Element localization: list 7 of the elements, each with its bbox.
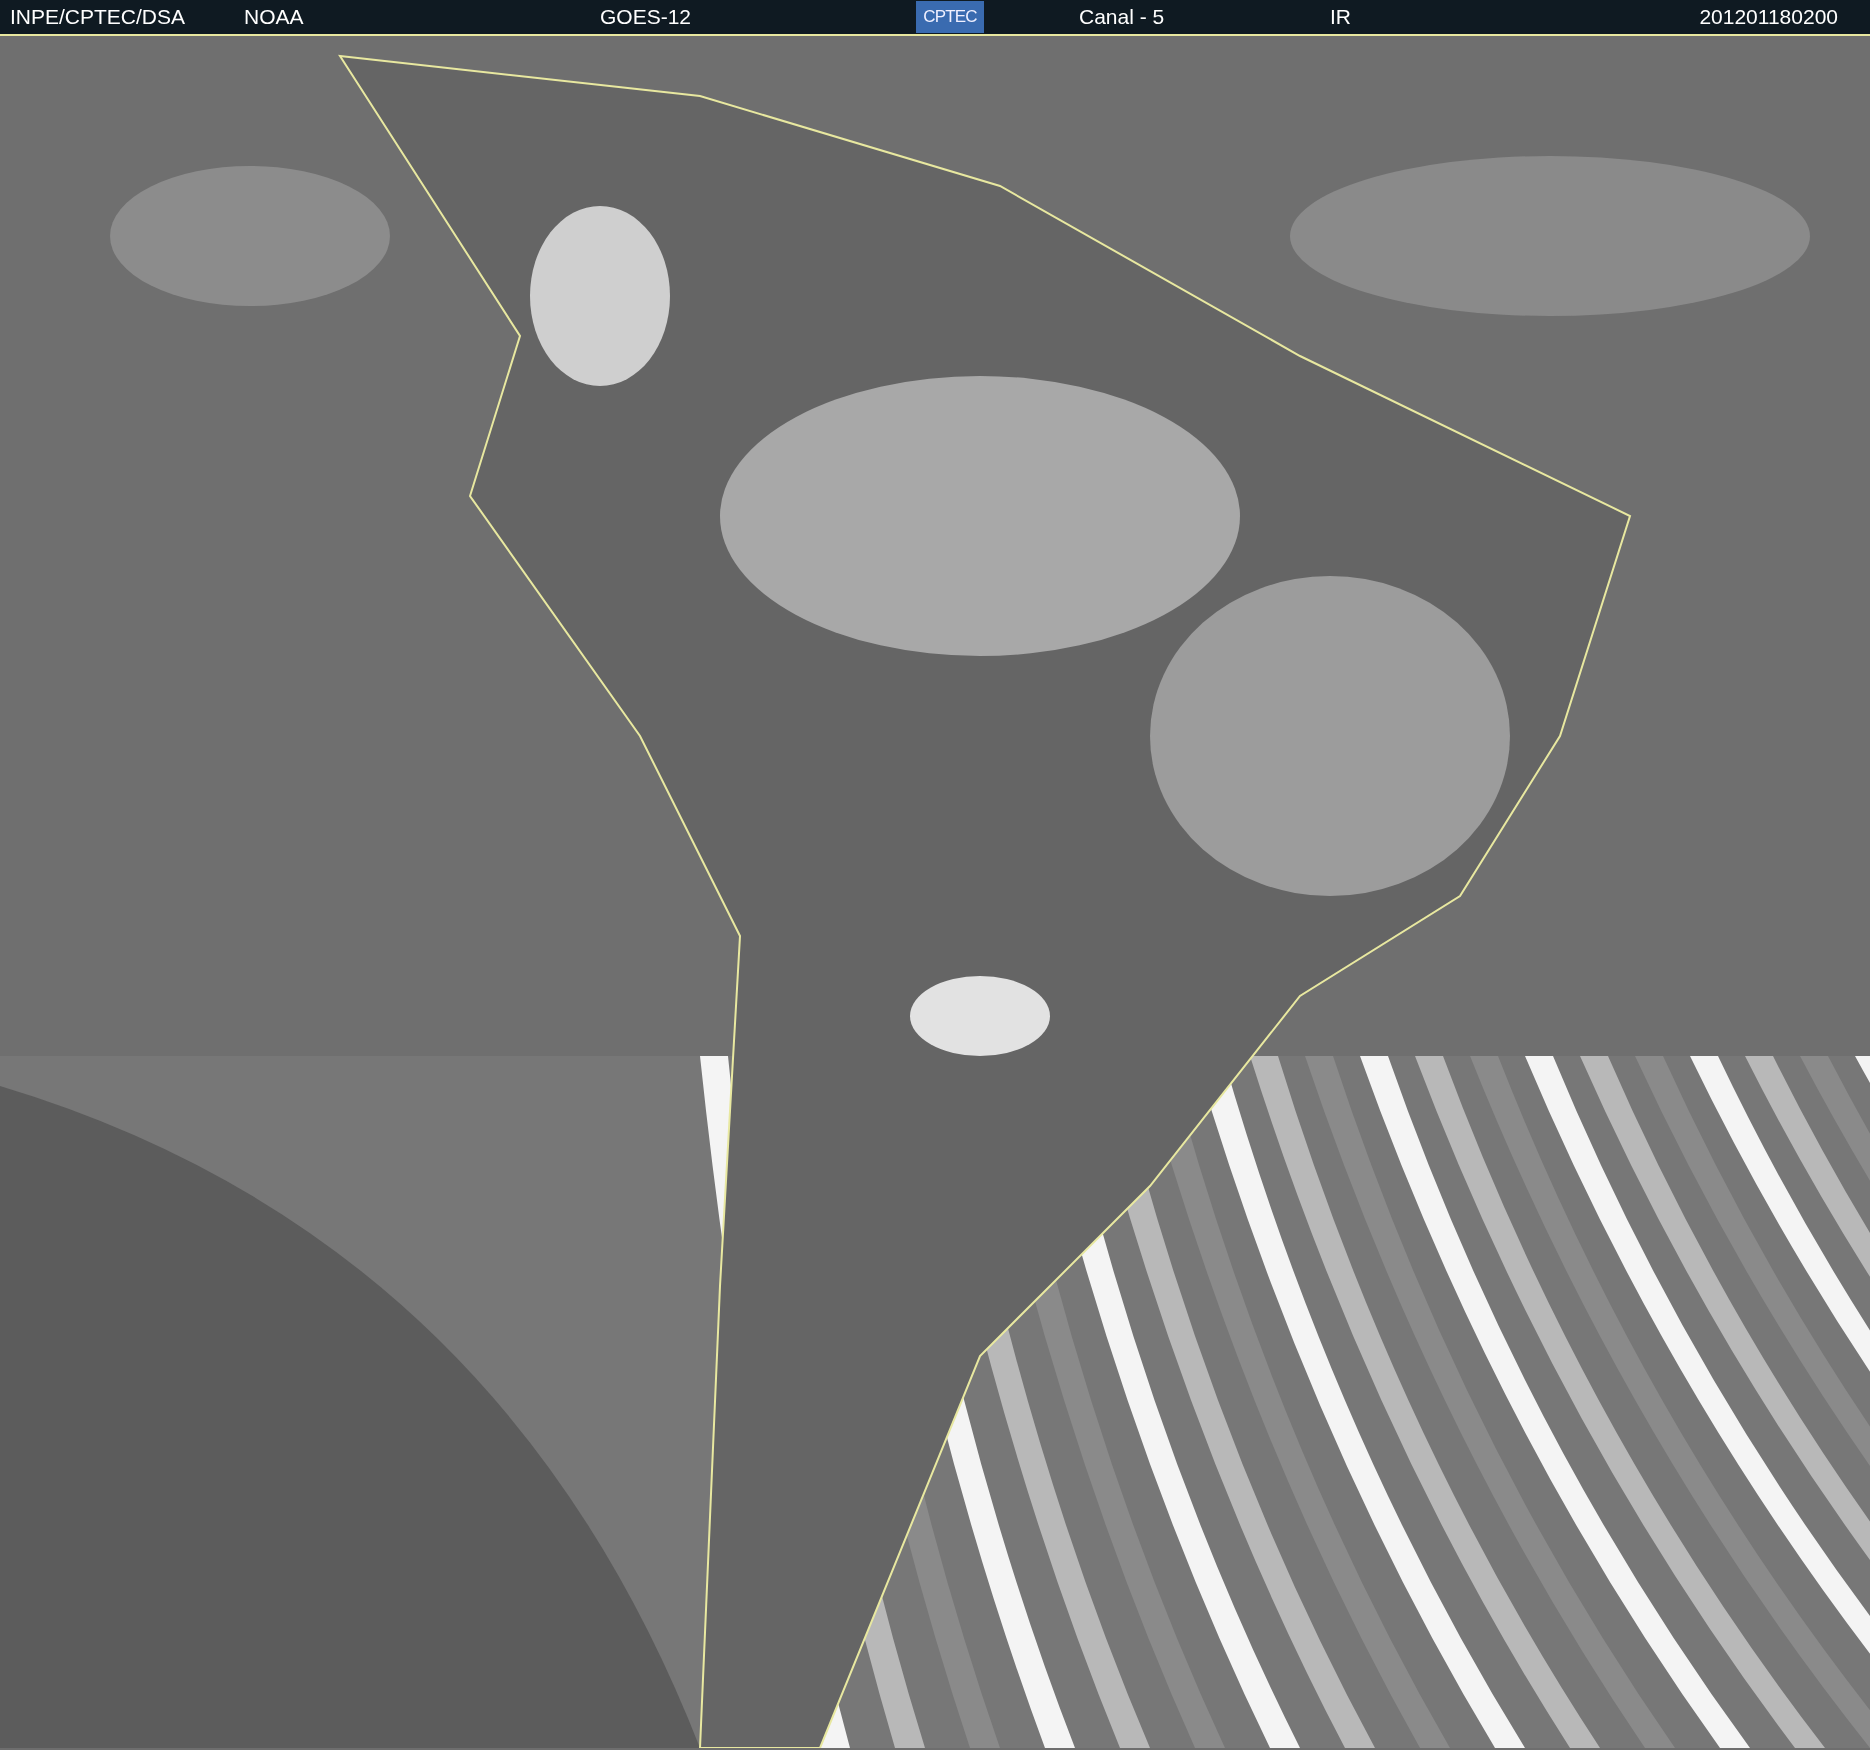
channel-label: Canal - 5 xyxy=(1079,4,1166,31)
logo: CPTEC xyxy=(916,1,984,33)
band-label: IR xyxy=(1330,4,1352,31)
satellite-label: GOES-12 xyxy=(600,4,693,31)
source-label: INPE/CPTEC/DSA xyxy=(10,4,187,31)
agency-label: NOAA xyxy=(244,4,305,31)
timestamp-label: 201201180200 xyxy=(1699,4,1839,31)
